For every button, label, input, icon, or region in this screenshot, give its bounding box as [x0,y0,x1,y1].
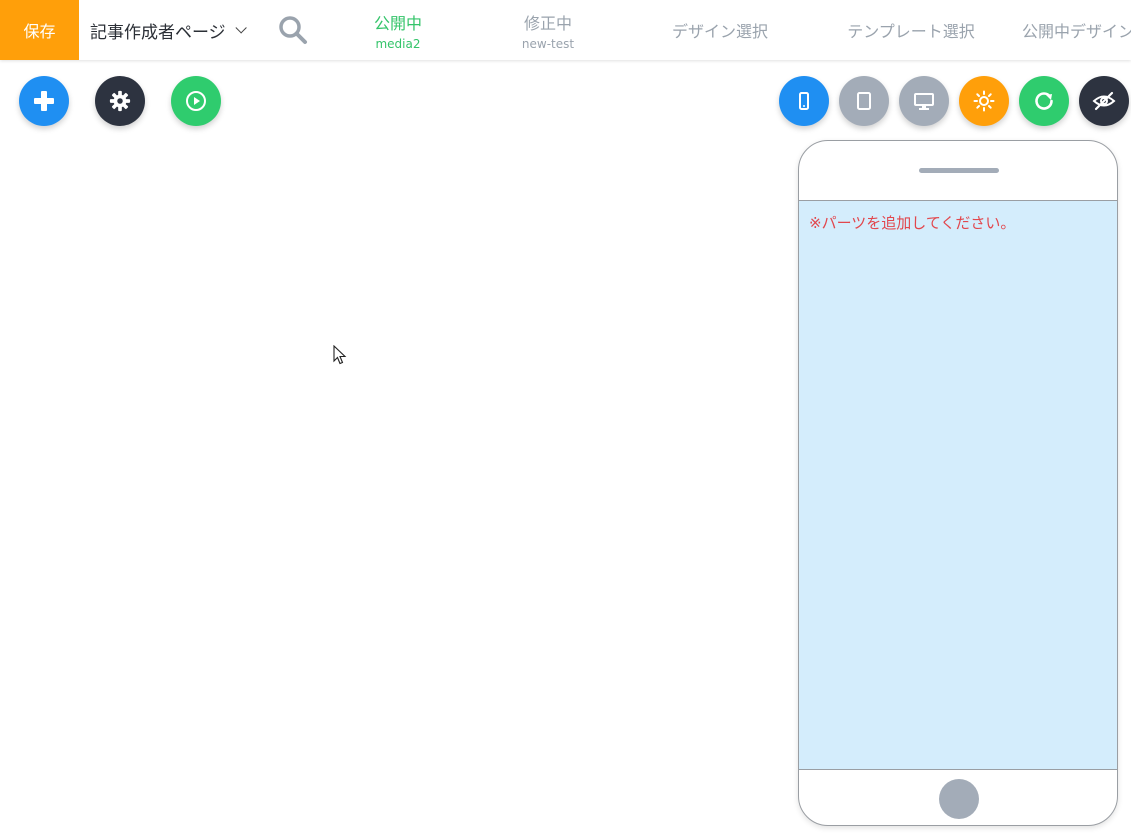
play-circle-icon [186,91,206,111]
add-parts-placeholder: ※パーツを追加してください。 [809,214,1016,232]
refresh-icon [1035,92,1053,110]
page-select-label: 記事作成者ページ [90,22,226,43]
save-button[interactable]: 保存 [0,0,79,60]
search-button[interactable] [277,14,309,46]
settings-button[interactable] [95,76,145,126]
smartphone-view-button[interactable] [779,76,829,126]
gear-icon [109,90,131,112]
tablet-icon [857,92,871,110]
phone-bottom-bezel [799,769,1117,825]
desktop-icon [914,93,934,110]
tab-published-design-label: 公開中デザイン [1022,22,1131,41]
tab-design-select[interactable]: デザイン選択 [660,0,780,60]
phone-preview-frame: ※パーツを追加してください。 [798,140,1118,826]
tab-editing[interactable]: 修正中 new-test [498,0,598,60]
desktop-view-button[interactable] [899,76,949,126]
phone-preview-screen[interactable]: ※パーツを追加してください。 [799,201,1117,769]
chevron-down-icon [235,22,247,34]
search-icon [279,16,307,44]
mouse-cursor-icon [333,344,347,369]
eye-off-icon [1092,91,1116,111]
tab-published-sub: media2 [375,36,421,51]
top-bar: 保存 記事作成者ページ 公開中 media2 修正中 new-test デザイン… [0,0,1131,60]
sun-icon [973,90,995,112]
tab-editing-label: 修正中 [523,13,572,33]
tab-published-design[interactable]: 公開中デザイン [1022,0,1131,60]
tab-published[interactable]: 公開中 media2 [348,0,448,60]
preview-play-button[interactable] [171,76,221,126]
plus-icon [34,91,54,111]
phone-speaker [919,168,999,173]
tab-published-label: 公開中 [373,13,422,33]
brightness-button[interactable] [959,76,1009,126]
tab-design-select-label: デザイン選択 [671,22,768,41]
tab-template-select[interactable]: テンプレート選択 [834,0,988,60]
page-select-dropdown[interactable]: 記事作成者ページ [90,0,247,60]
phone-home-button[interactable] [939,779,979,819]
smartphone-icon [799,92,809,110]
hide-button[interactable] [1079,76,1129,126]
add-part-button[interactable] [19,76,69,126]
tablet-view-button[interactable] [839,76,889,126]
tab-editing-sub: new-test [521,36,575,51]
tab-template-select-label: テンプレート選択 [847,22,975,41]
reload-button[interactable] [1019,76,1069,126]
phone-top-bezel [799,141,1117,201]
